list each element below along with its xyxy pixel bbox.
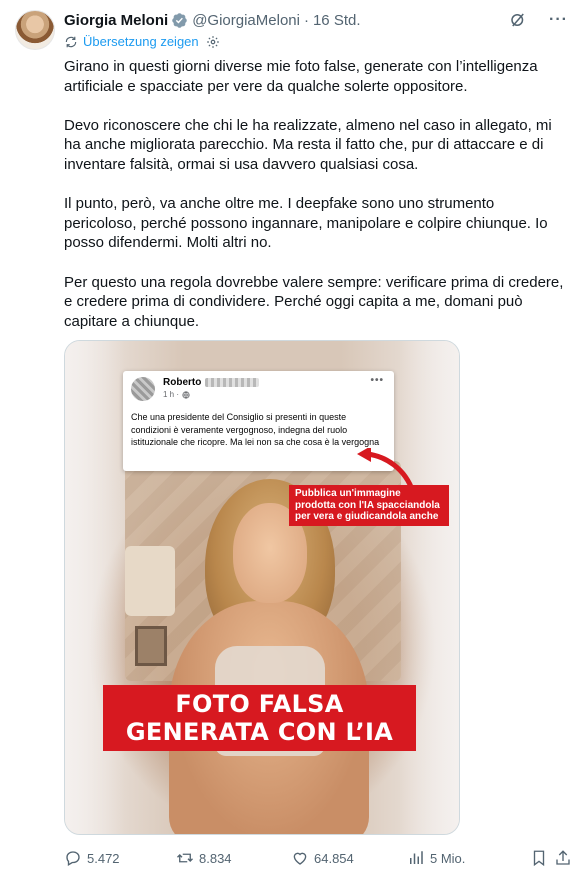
- header-actions: ···: [509, 11, 568, 29]
- photo-frame: [135, 626, 167, 666]
- tweet-paragraph: Per questo una regola dovrebbe valere se…: [64, 273, 564, 330]
- grok-icon[interactable]: [509, 11, 527, 29]
- bookmark-icon: [533, 850, 545, 867]
- fake-photo-banner: FOTO FALSA GENERATA CON L’IA: [103, 685, 416, 751]
- repost-button[interactable]: 8.834: [176, 849, 232, 867]
- fb-author-name: Roberto: [163, 377, 202, 388]
- more-options-icon[interactable]: ···: [549, 11, 568, 29]
- author-name[interactable]: Giorgia Meloni: [64, 12, 168, 29]
- fb-post-time: 1 h ·: [163, 390, 190, 399]
- fb-more-icon: •••: [370, 375, 384, 386]
- blurred-avatar: [131, 377, 155, 401]
- author-avatar[interactable]: [15, 10, 55, 50]
- separator-dot: ·: [303, 11, 309, 29]
- globe-icon: [182, 390, 190, 399]
- translate-icon: [65, 36, 77, 47]
- heart-icon: [293, 852, 307, 865]
- reply-button[interactable]: 5.472: [64, 849, 120, 867]
- blurred-surname: [205, 378, 260, 387]
- bookmark-button[interactable]: [530, 849, 548, 867]
- attached-image[interactable]: Roberto 1 h · ••• Che una presidente del…: [64, 340, 460, 835]
- tweet-text: Girano in questi giorni diverse mie foto…: [64, 57, 570, 331]
- photo-fade-left: [65, 341, 125, 834]
- fb-post-text: Che una presidente del Consiglio si pres…: [131, 412, 380, 448]
- reply-count: 5.472: [87, 850, 120, 866]
- share-icon: [556, 850, 570, 865]
- author-handle[interactable]: @GiorgiaMeloni: [192, 12, 300, 29]
- views-icon: [410, 851, 423, 864]
- translate-label[interactable]: Übersetzung zeigen: [83, 34, 199, 49]
- post-time[interactable]: 16 Std.: [313, 12, 361, 29]
- verified-badge-icon: [172, 12, 187, 28]
- tweet-paragraph: Il punto, però, va anche oltre me. I dee…: [64, 195, 548, 252]
- views-count: 5 Mio.: [430, 850, 466, 866]
- banner-line-1: FOTO FALSA: [175, 690, 344, 718]
- translate-link[interactable]: Übersetzung zeigen: [64, 34, 220, 49]
- share-button[interactable]: [554, 849, 572, 867]
- gear-icon[interactable]: [206, 35, 220, 49]
- photo-lamp: [125, 546, 175, 616]
- tweet-paragraph: Girano in questi giorni diverse mie foto…: [64, 58, 538, 95]
- caption-label: Pubblica un'immagine prodotta con l'IA s…: [289, 485, 449, 526]
- fb-author: Roberto: [163, 377, 260, 388]
- tweet-paragraph: Devo riconoscere che chi le ha realizzat…: [64, 116, 552, 173]
- banner-line-2: GENERATA CON L’IA: [125, 718, 394, 746]
- action-bar: 5.472 8.834 64.854 5 Mio.: [64, 849, 570, 869]
- fb-time-label: 1 h ·: [163, 390, 180, 399]
- photo-fade-right: [399, 341, 459, 834]
- like-count: 64.854: [314, 850, 354, 866]
- repost-icon: [177, 853, 193, 863]
- facebook-post-screenshot: Roberto 1 h · ••• Che una presidente del…: [123, 371, 394, 471]
- tweet-header: Giorgia Meloni @GiorgiaMeloni · 16 Std. …: [64, 10, 568, 30]
- views-button[interactable]: 5 Mio.: [407, 849, 465, 867]
- like-button[interactable]: 64.854: [291, 849, 354, 867]
- repost-count: 8.834: [199, 850, 232, 866]
- reply-icon: [66, 851, 80, 866]
